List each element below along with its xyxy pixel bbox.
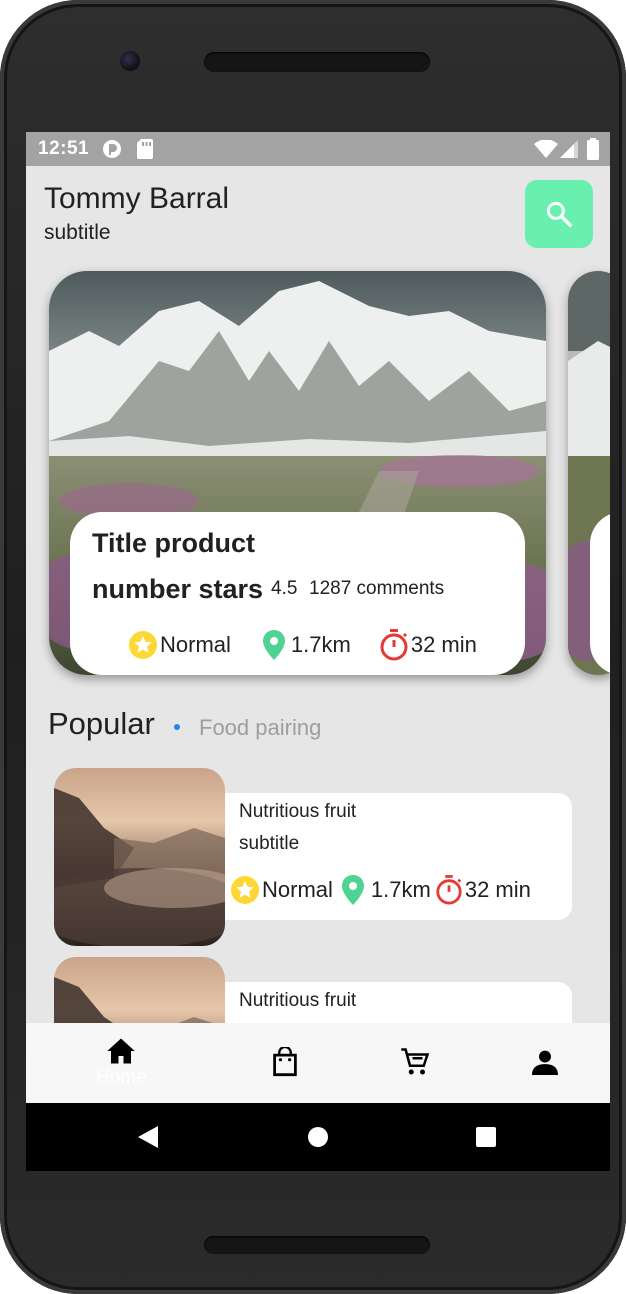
system-navigation-bar — [26, 1103, 610, 1171]
list-item[interactable]: Nutritious fruit subtitle Normal 1.7km 3… — [54, 768, 572, 946]
featured-card[interactable]: Title product number stars 4.5 1287 comm… — [49, 271, 546, 675]
nav-shopping-bag[interactable] — [272, 1047, 298, 1077]
signal-icon — [560, 140, 578, 164]
location-pin-icon — [262, 630, 285, 660]
featured-meta-row: Normal 1.7km 32 min — [128, 629, 477, 661]
list-item-thumbnail — [54, 768, 225, 946]
recents-icon[interactable] — [475, 1126, 497, 1148]
list-item-subtitle: subtitle — [239, 833, 300, 854]
header-subtitle: subtitle — [44, 221, 111, 244]
difficulty-meta: Normal — [230, 875, 333, 905]
nav-cart[interactable] — [400, 1047, 430, 1077]
shopping-cart-icon — [401, 1048, 430, 1075]
list-item-title: Nutritious fruit — [239, 801, 357, 822]
featured-info-card: Title product number stars 4.5 1287 comm… — [70, 512, 525, 675]
nav-profile[interactable] — [532, 1049, 558, 1075]
tab-food-pairing[interactable]: Food pairing — [199, 715, 321, 741]
duration-meta: 32 min — [435, 875, 531, 905]
product-title: Title product — [92, 528, 256, 558]
next-info-card — [590, 512, 610, 675]
phone-frame: 12:51 Tommy Barral subtitle Title produc… — [0, 0, 626, 1294]
wifi-icon — [534, 139, 558, 164]
user-name: Tommy Barral — [44, 182, 230, 215]
status-time: 12:51 — [38, 138, 90, 159]
bottom-speaker — [204, 1236, 430, 1254]
home-icon — [107, 1038, 136, 1064]
battery-icon — [587, 138, 599, 166]
home-circle-icon[interactable] — [307, 1126, 329, 1148]
distance-text: 1.7km — [290, 632, 351, 657]
sd-card-icon — [137, 139, 153, 165]
front-camera — [120, 51, 140, 71]
earpiece-speaker — [204, 52, 430, 72]
duration-meta: 32 min — [379, 629, 477, 661]
bottom-navigation: Home — [26, 1023, 610, 1103]
nav-home-label: Home — [96, 1067, 147, 1088]
rating-value: 4.5 — [271, 578, 298, 599]
section-title: Popular — [48, 706, 155, 741]
nav-home[interactable]: Home — [96, 1037, 147, 1089]
status-bar: 12:51 — [26, 132, 610, 166]
star-badge-icon — [129, 631, 157, 659]
distance-meta: 1.7km — [341, 875, 431, 905]
distance-text: 1.7km — [370, 877, 431, 902]
stars-label: number stars — [92, 574, 264, 604]
back-icon[interactable] — [136, 1124, 160, 1150]
difficulty-meta: Normal — [128, 630, 231, 660]
list-item-title: Nutritious fruit — [239, 990, 357, 1011]
distance-meta: 1.7km — [261, 630, 351, 660]
timer-icon — [436, 875, 462, 905]
search-icon — [546, 201, 572, 227]
person-icon — [532, 1050, 558, 1075]
list-item-card: Nutritious fruit subtitle Normal 1.7km 3… — [204, 793, 572, 920]
comments-count: 1287 comments — [309, 578, 445, 599]
duration-text: 32 min — [410, 632, 477, 657]
app-screen: 12:51 Tommy Barral subtitle Title produc… — [26, 132, 610, 1171]
difficulty-text: Normal — [160, 632, 231, 657]
notification-icon — [102, 139, 122, 165]
shopping-bag-icon — [273, 1047, 297, 1077]
search-button[interactable] — [525, 180, 593, 248]
timer-icon — [380, 629, 408, 661]
location-pin-icon — [341, 875, 364, 905]
list-item-meta-row: Normal 1.7km 32 min — [230, 875, 531, 905]
featured-card-next[interactable] — [568, 271, 610, 675]
tab-indicator-dot — [174, 724, 180, 730]
star-badge-icon — [231, 876, 259, 904]
difficulty-text: Normal — [262, 877, 333, 902]
duration-text: 32 min — [464, 877, 531, 902]
